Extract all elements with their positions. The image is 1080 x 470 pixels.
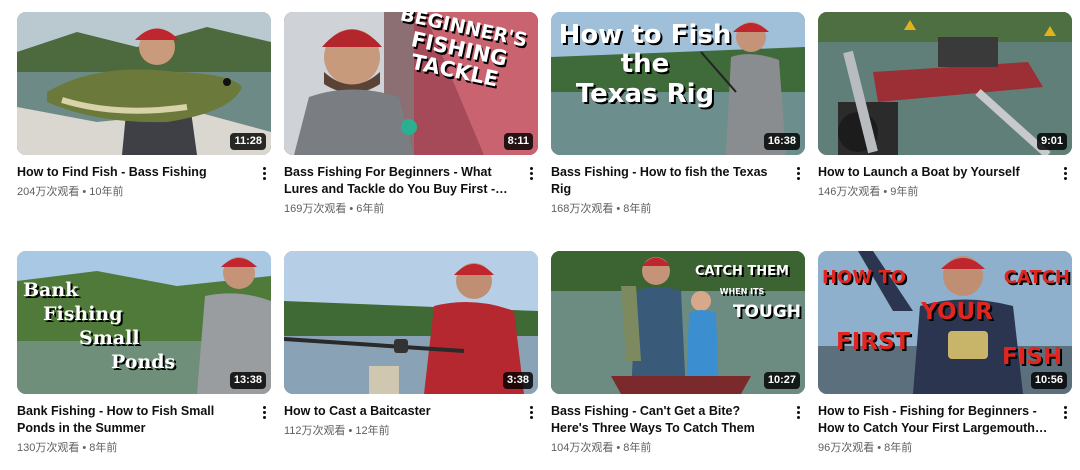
video-thumbnail[interactable]: HOW TO CATCH YOUR FIRST FISH 10:56: [818, 251, 1072, 394]
more-vert-icon[interactable]: [257, 164, 271, 182]
more-vert-icon[interactable]: [1058, 164, 1072, 182]
duration-badge: 9:01: [1036, 133, 1067, 150]
video-title[interactable]: Bank Fishing - How to Fish Small Ponds i…: [17, 403, 247, 437]
video-stats: 168万次观看 • 8年前: [551, 202, 781, 216]
video-card[interactable]: Bank Fishing Small Ponds 13:38 Bank Fish…: [17, 251, 271, 455]
thumbnail-overlay-text: CATCH THEM WHEN ITS TOUGH: [695, 264, 801, 323]
video-stats: 204万次观看 • 10年前: [17, 185, 247, 199]
meta-separator: •: [877, 442, 882, 454]
video-card[interactable]: 11:28 How to Find Fish - Bass Fishing 20…: [17, 12, 271, 199]
upload-age: 6年前: [356, 203, 385, 215]
video-title[interactable]: Bass Fishing For Beginners - What Lures …: [284, 164, 514, 198]
duration-badge: 16:38: [763, 133, 800, 150]
view-count: 96万次观看: [818, 442, 875, 454]
meta-separator: •: [616, 442, 621, 454]
video-thumbnail[interactable]: 3:38: [284, 251, 538, 394]
video-card[interactable]: 3:38 How to Cast a Baitcaster 112万次观看 • 12…: [284, 251, 538, 438]
more-vert-icon[interactable]: [791, 403, 805, 421]
upload-age: 10年前: [89, 186, 124, 198]
meta-separator: •: [348, 425, 353, 437]
video-stats: 130万次观看 • 8年前: [17, 441, 247, 455]
meta-separator: •: [349, 203, 354, 215]
upload-age: 8年前: [89, 442, 118, 454]
duration-badge: 10:56: [1030, 372, 1067, 389]
video-thumbnail[interactable]: CATCH THEM WHEN ITS TOUGH 10:27: [551, 251, 805, 394]
more-vert-icon[interactable]: [791, 164, 805, 182]
video-stats: 169万次观看 • 6年前: [284, 202, 514, 216]
meta-separator: •: [82, 186, 87, 198]
video-thumbnail[interactable]: Bank Fishing Small Ponds 13:38: [17, 251, 271, 394]
thumbnail-overlay-text: Bank Fishing Small Ponds: [23, 279, 176, 373]
view-count: 112万次观看: [284, 425, 346, 437]
video-title[interactable]: How to Find Fish - Bass Fishing: [17, 164, 247, 181]
video-card[interactable]: 9:01 How to Launch a Boat by Yourself 14…: [818, 12, 1072, 199]
duration-badge: 3:38: [502, 372, 533, 389]
meta-separator: •: [883, 186, 888, 198]
more-vert-icon[interactable]: [524, 403, 538, 421]
thumbnail-overlay-text-fish: FISH: [1002, 344, 1063, 370]
duration-badge: 13:38: [229, 372, 266, 389]
video-stats: 96万次观看 • 8年前: [818, 441, 1048, 455]
video-title[interactable]: Bass Fishing - How to fish the Texas Rig: [551, 164, 781, 198]
view-count: 169万次观看: [284, 203, 347, 215]
video-stats: 112万次观看 • 12年前: [284, 424, 514, 438]
view-count: 130万次观看: [17, 442, 80, 454]
more-vert-icon[interactable]: [257, 403, 271, 421]
video-stats: 104万次观看 • 8年前: [551, 441, 781, 455]
thumbnail-image: [818, 12, 1072, 155]
meta-separator: •: [82, 442, 87, 454]
thumbnail-overlay-text: How to Fish the Texas Rig: [558, 20, 732, 109]
video-title[interactable]: How to Fish - Fishing for Beginners - Ho…: [818, 403, 1048, 437]
thumbnail-overlay-text: HOW TO CATCH YOUR FIRST: [822, 267, 1070, 356]
upload-age: 9年前: [890, 186, 919, 198]
meta-separator: •: [616, 203, 621, 215]
view-count: 204万次观看: [17, 186, 80, 198]
video-card[interactable]: How to Fish the Texas Rig 16:38 Bass Fis…: [551, 12, 805, 216]
video-thumbnail[interactable]: BEGINNER'S FISHING TACKLE 8:11: [284, 12, 538, 155]
video-thumbnail[interactable]: How to Fish the Texas Rig 16:38: [551, 12, 805, 155]
duration-badge: 11:28: [230, 133, 266, 150]
view-count: 146万次观看: [818, 186, 881, 198]
more-vert-icon[interactable]: [1058, 403, 1072, 421]
video-title[interactable]: Bass Fishing - Can't Get a Bite? Here's …: [551, 403, 781, 437]
upload-age: 12年前: [355, 425, 390, 437]
upload-age: 8年前: [623, 203, 652, 215]
thumbnail-image: [284, 251, 538, 394]
video-card[interactable]: CATCH THEM WHEN ITS TOUGH 10:27 Bass Fis…: [551, 251, 805, 455]
video-title[interactable]: How to Launch a Boat by Yourself: [818, 164, 1048, 181]
view-count: 168万次观看: [551, 203, 614, 215]
video-thumbnail[interactable]: 11:28: [17, 12, 271, 155]
video-card[interactable]: BEGINNER'S FISHING TACKLE 8:11 Bass Fish…: [284, 12, 538, 216]
video-grid: 11:28 How to Find Fish - Bass Fishing 20…: [0, 0, 1080, 470]
video-title[interactable]: How to Cast a Baitcaster: [284, 403, 514, 420]
more-vert-icon[interactable]: [524, 164, 538, 182]
video-thumbnail[interactable]: 9:01: [818, 12, 1072, 155]
view-count: 104万次观看: [551, 442, 614, 454]
video-card[interactable]: HOW TO CATCH YOUR FIRST FISH 10:56 How to…: [818, 251, 1072, 455]
duration-badge: 8:11: [503, 133, 533, 150]
upload-age: 8年前: [623, 442, 652, 454]
video-stats: 146万次观看 • 9年前: [818, 185, 1048, 199]
upload-age: 8年前: [884, 442, 913, 454]
duration-badge: 10:27: [763, 372, 800, 389]
